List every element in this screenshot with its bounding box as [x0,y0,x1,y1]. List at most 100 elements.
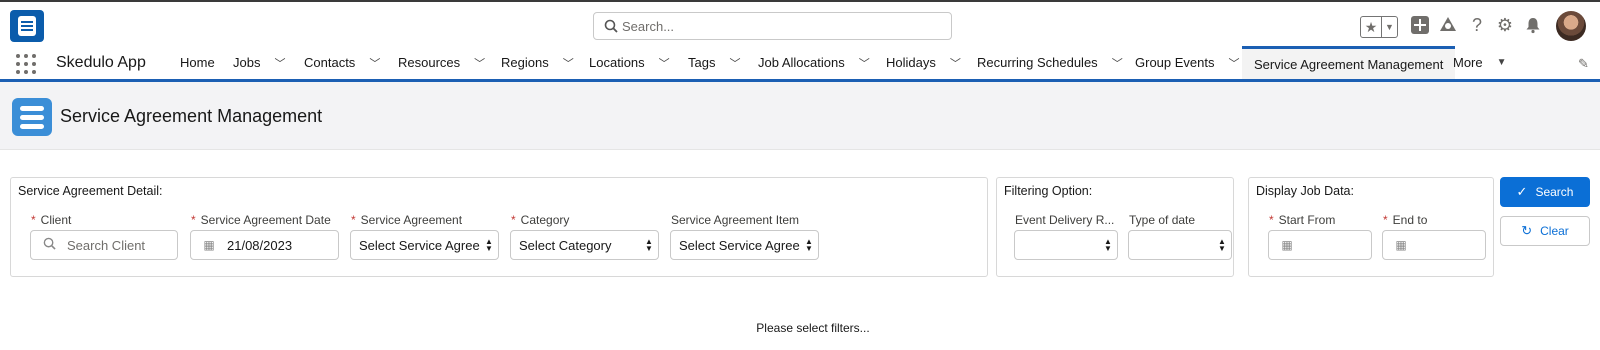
display-job-data-panel: Display Job Data: * Start From ▦ * End to … [1248,177,1494,277]
type-of-date-label: Type of date [1129,213,1196,227]
nav-item-label: Recurring Schedules [977,55,1098,70]
client-search-input[interactable]: Search Client [30,230,178,260]
service-agreement-value: Select Service Agreement [359,237,480,253]
start-from-label: * Start From [1269,213,1335,227]
chevron-down-icon[interactable]: ▼ [1382,17,1397,37]
panel-title: Service Agreement Detail: [18,184,163,198]
item-label: Service Agreement Item [671,213,800,227]
end-to-label-text: End to [1392,213,1428,227]
required-marker: * [511,213,516,227]
select-arrows-icon: ▲ ▼ [645,237,653,253]
nav-item-label: Tags [688,55,716,70]
nav-item-jobs[interactable]: Jobs ﹀ [233,46,285,79]
nav-item-recurring-schedules[interactable]: Recurring Schedules ﹀ [977,46,1123,79]
date-label: * Service Agreement Date [191,213,331,227]
chevron-down-icon[interactable]: ﹀ [729,55,740,71]
service-agreement-select[interactable]: Select Service Agreement ▲▼ [350,230,499,260]
agreement-label: * Service Agreement [351,213,462,227]
nav-item-label: Job Allocations [758,55,845,70]
check-icon: ✓ [1516,184,1528,199]
edit-nav-icon[interactable]: ✎ [1578,56,1589,72]
app-launcher-icon[interactable] [16,54,36,74]
panel-title: Display Job Data: [1256,184,1354,198]
required-marker: * [1383,213,1388,227]
trailhead-icon[interactable] [1437,14,1459,36]
user-avatar[interactable] [1556,11,1586,41]
chevron-down-icon[interactable]: ﹀ [859,55,870,71]
client-label-text: Client [40,213,72,227]
nav-item-group-events[interactable]: Group Events ﹀ [1135,46,1240,79]
end-to-label: * End to [1383,213,1427,227]
search-button[interactable]: ✓ Search [1500,177,1590,207]
event-delivery-select[interactable]: ▲ ▼ [1014,230,1118,260]
select-arrows-icon: ▲ ▼ [485,237,493,253]
select-arrows-icon: ▲ ▼ [805,237,813,253]
favorites-button[interactable]: ★ ▼ [1360,16,1398,38]
chevron-down-icon[interactable]: ﹀ [950,55,961,71]
nav-item-tags[interactable]: Tags ﹀ [688,46,740,79]
nav-item-resources[interactable]: Resources ﹀ [398,46,485,79]
chevron-down-icon[interactable]: ﹀ [1229,55,1240,71]
nav-item-regions[interactable]: Regions ﹀ [501,46,574,79]
app-logo[interactable] [10,10,44,42]
app-name: Skedulo App [56,54,146,71]
event-delivery-label: Event Delivery R... [1015,213,1115,227]
service-agreement-item-value: Select Service Agreement Item [679,237,800,253]
page-title: Service Agreement Management [60,106,323,126]
chevron-down-icon[interactable]: ﹀ [474,55,485,71]
filtering-option-panel: Filtering Option: Event Delivery R... ▲ ▼… [996,177,1234,277]
nav-item-holidays[interactable]: Holidays ﹀ [886,46,961,79]
bell-icon[interactable] [1522,14,1544,36]
chevron-down-icon[interactable]: ﹀ [1112,55,1123,71]
nav-item-label: More [1453,55,1483,70]
nav-item-label: Group Events [1135,55,1215,70]
document-icon [18,16,36,36]
start-from-input[interactable]: ▦ [1268,230,1372,260]
search-icon [31,237,67,253]
category-label-text: Category [520,213,570,227]
gear-icon[interactable]: ⚙ [1494,14,1516,36]
nav-item-label: Contacts [304,55,356,70]
date-label-text: Service Agreement Date [200,213,331,227]
nav-item-home[interactable]: Home [180,46,215,79]
nav-item-label: Holidays [886,55,936,70]
nav-item-job-allocations[interactable]: Job Allocations ﹀ [758,46,870,79]
nav-item-label: Jobs [233,55,261,70]
caret-down-icon[interactable]: ▼ [1497,57,1507,68]
nav-item-label: Resources [398,55,461,70]
nav-item-more[interactable]: More ▼ [1453,46,1507,79]
page-header: Service Agreement Management [0,82,1600,150]
nav-item-service-agreement-management[interactable]: Service Agreement Management [1242,46,1456,79]
calendar-icon: ▦ [203,238,215,252]
nav-item-label: Service Agreement Management [1254,56,1444,72]
type-of-date-select[interactable]: ▲ ▼ [1128,230,1232,260]
app-nav-bar: Skedulo App Home Jobs ﹀ Contacts ﹀ Resourc… [0,46,1600,82]
service-agreement-icon [12,98,52,136]
global-header: Search... ★ ▼ ? ⚙ [0,0,1600,46]
required-marker: * [191,213,196,227]
end-to-input[interactable]: ▦ [1382,230,1486,260]
agreement-date-input[interactable]: ▦ 21/08/2023 [190,230,339,260]
nav-item-label: Regions [501,55,549,70]
nav-item-label: Locations [589,55,645,70]
nav-item-label: Home [180,55,215,70]
category-value: Select Category [519,237,612,253]
add-icon[interactable] [1409,14,1431,36]
required-marker: * [1269,213,1274,227]
service-agreement-item-select[interactable]: Select Service Agreement Item ▲▼ [670,230,819,260]
clear-button[interactable]: ↻ Clear [1500,216,1590,246]
global-search-input[interactable]: Search... [593,12,952,40]
calendar-icon: ▦ [1395,238,1407,252]
search-icon [604,19,618,33]
chevron-down-icon[interactable]: ﹀ [274,55,285,71]
nav-item-locations[interactable]: Locations ﹀ [589,46,670,79]
category-select[interactable]: Select Category ▲ ▼ [510,230,659,260]
chevron-down-icon[interactable]: ﹀ [659,55,670,71]
help-icon[interactable]: ? [1466,14,1488,36]
nav-item-contacts[interactable]: Contacts ﹀ [304,46,380,79]
chevron-down-icon[interactable]: ﹀ [563,55,574,71]
client-placeholder: Search Client [67,237,146,253]
panel-title: Filtering Option: [1004,184,1093,198]
client-label: * Client [31,213,71,227]
chevron-down-icon[interactable]: ﹀ [369,55,380,71]
